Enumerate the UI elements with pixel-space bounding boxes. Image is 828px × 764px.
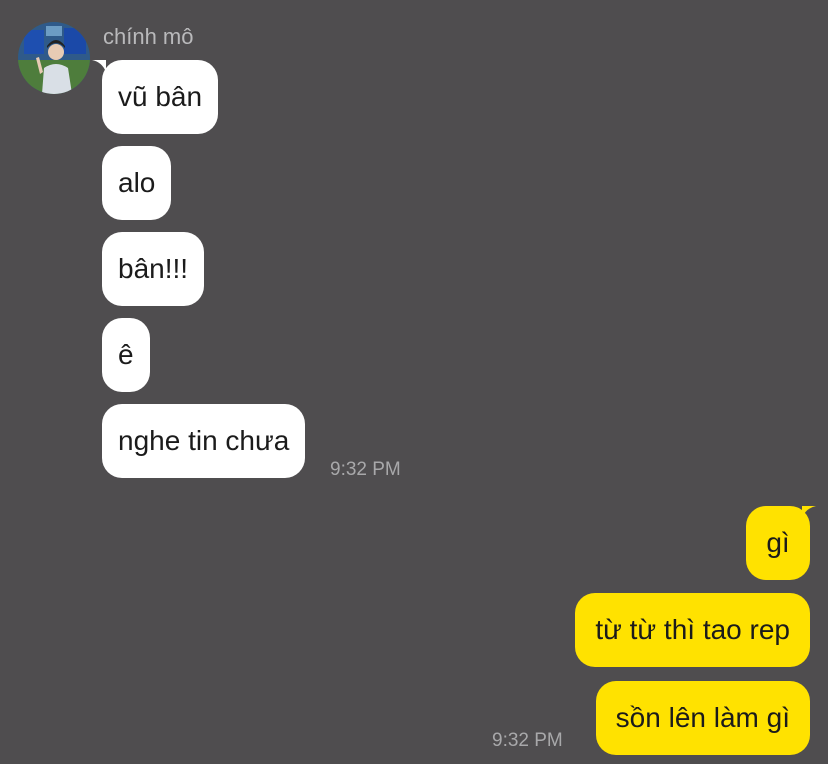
- outgoing-message[interactable]: gì: [746, 506, 810, 580]
- bubble-tail-icon: [92, 60, 106, 72]
- incoming-message[interactable]: nghe tin chưa: [102, 404, 306, 478]
- message-text: sồn lên làm gì: [615, 702, 790, 733]
- contact-name: chính mô: [103, 24, 194, 49]
- avatar-photo-icon: [18, 22, 90, 94]
- incoming-message[interactable]: vũ bân: [102, 60, 219, 134]
- chat-view: chính mô vũ bân alo bân!!! ê nghe tin ch…: [0, 0, 828, 764]
- bubble-tail-icon: [802, 506, 816, 518]
- message-text: alo: [118, 167, 156, 198]
- outgoing-message[interactable]: sồn lên làm gì: [595, 681, 810, 755]
- outgoing-timestamp: 9:32 PM: [492, 730, 563, 751]
- incoming-message[interactable]: ê: [102, 318, 150, 392]
- outgoing-message[interactable]: từ từ thì tao rep: [575, 593, 810, 667]
- message-text: bân!!!: [118, 253, 189, 284]
- message-text: ê: [118, 339, 134, 370]
- incoming-timestamp: 9:32 PM: [330, 459, 401, 480]
- message-text: vũ bân: [118, 81, 203, 112]
- message-text: từ từ thì tao rep: [595, 614, 790, 645]
- message-text: nghe tin chưa: [118, 425, 290, 456]
- incoming-message[interactable]: bân!!!: [102, 232, 205, 306]
- message-text: gì: [766, 527, 790, 558]
- contact-avatar[interactable]: [18, 22, 90, 94]
- incoming-message[interactable]: alo: [102, 146, 172, 220]
